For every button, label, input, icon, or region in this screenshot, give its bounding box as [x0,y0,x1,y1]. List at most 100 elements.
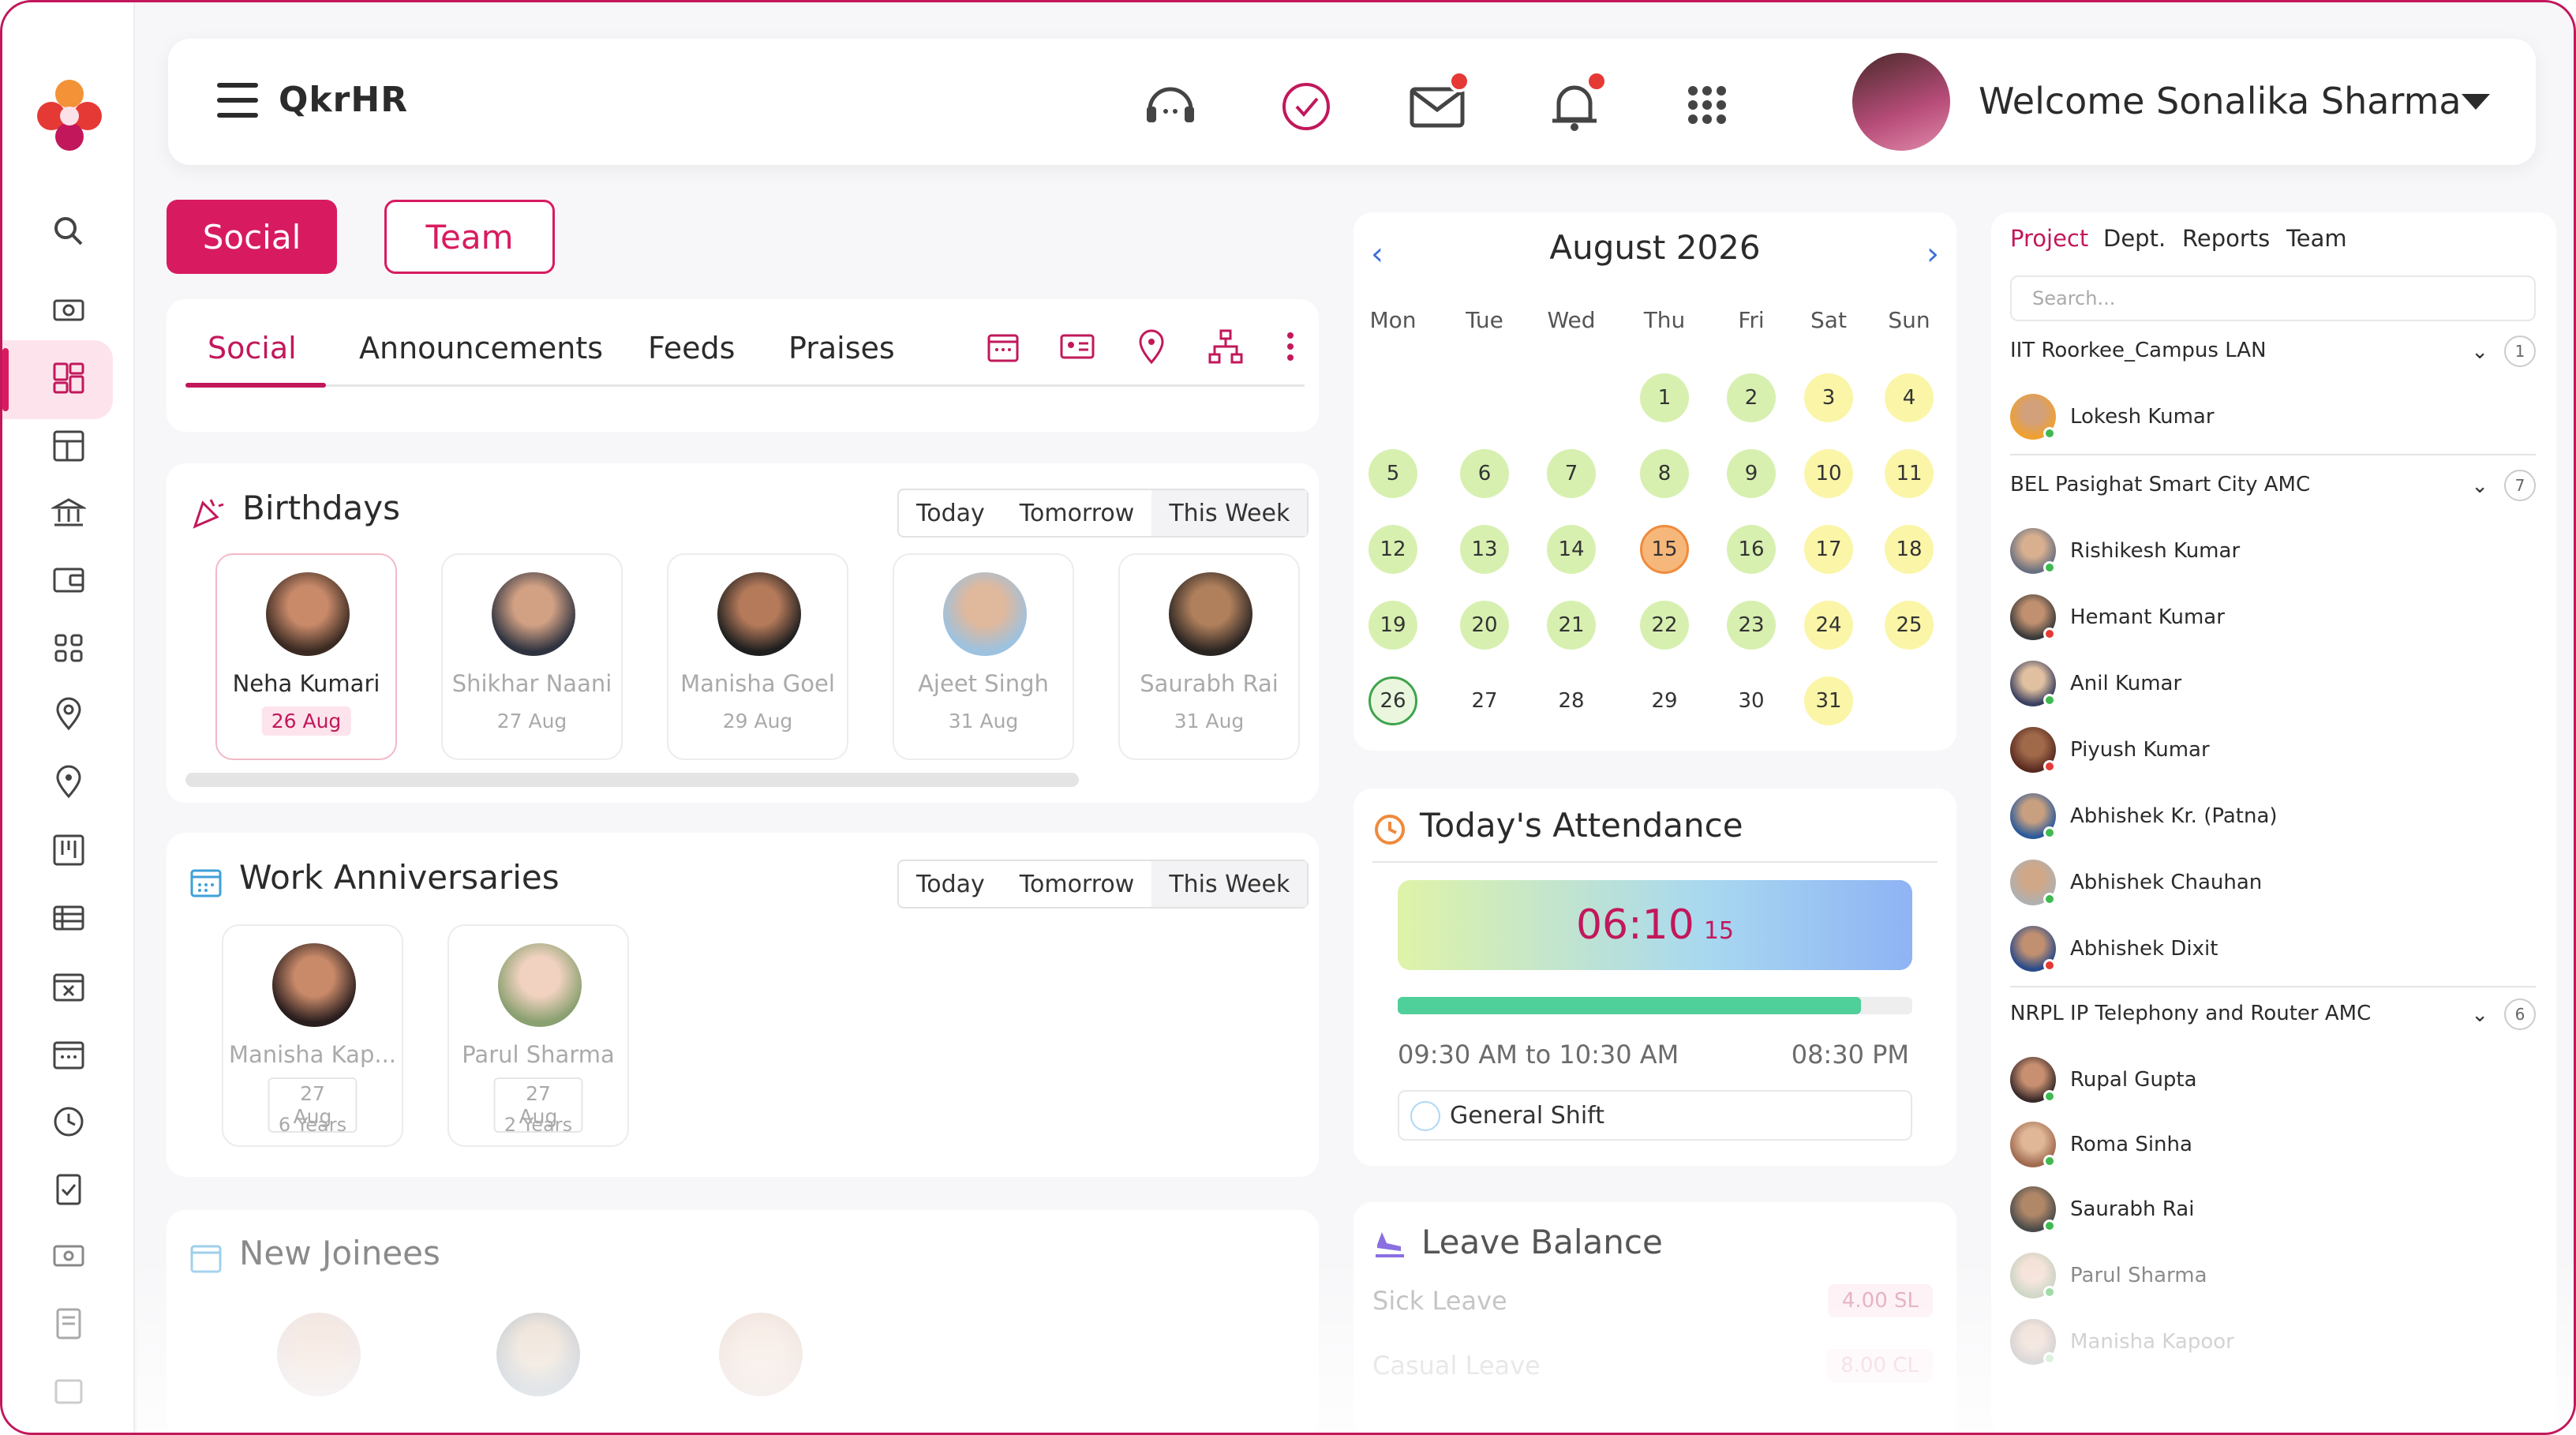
search-input[interactable]: Search... [2010,275,2536,321]
birthday-card[interactable]: Ajeet Singh 31 Aug [893,553,1074,760]
calendar-day[interactable]: 27 [1460,676,1509,725]
calendar-day[interactable]: 21 [1547,601,1596,650]
calendar-day[interactable]: 29 [1640,676,1689,725]
birthday-card[interactable]: Manisha Goel 29 Aug [667,553,848,760]
apps-icon[interactable] [48,628,89,669]
location-icon[interactable] [48,694,89,735]
wallet-icon[interactable] [48,560,89,601]
tab-project[interactable]: Project [2010,225,2088,252]
support-icon[interactable] [1140,75,1200,135]
filter-this-week[interactable]: This Week [1151,861,1308,907]
birthday-card[interactable]: Saurabh Rai 31 Aug [1118,553,1300,760]
tab-team[interactable]: Team [2286,225,2347,252]
calendar-icon[interactable] [984,328,1022,365]
project-group[interactable]: IIT Roorkee_Campus LAN ⌄ 1 [2010,335,2536,367]
team-button[interactable]: Team [384,200,555,274]
calendar-day[interactable]: 2 [1727,373,1776,422]
tab-announcements[interactable]: Announcements [359,331,603,365]
project-group[interactable]: NRPL IP Telephony and Router AMC ⌄ 6 [2010,999,2536,1030]
calendar-day[interactable]: 14 [1547,525,1596,574]
calendar-day[interactable]: 22 [1640,601,1689,650]
tab-praises[interactable]: Praises [788,331,895,365]
leave-title: Leave Balance [1421,1223,1663,1261]
layout-icon[interactable] [48,425,89,466]
clock-icon[interactable] [48,1101,89,1142]
calendar-day[interactable]: 26 [1368,676,1417,725]
member-name: Saurabh Rai [2070,1197,2195,1221]
calendar-day[interactable]: 23 [1727,601,1776,650]
chevron-down-icon[interactable]: ⌄ [2471,1003,2488,1027]
menu-icon[interactable] [217,83,258,118]
calendar-day[interactable]: 19 [1368,601,1417,650]
tab-feeds[interactable]: Feeds [648,331,735,365]
calendar-day[interactable]: 20 [1460,601,1509,650]
calendar-day[interactable]: 24 [1804,601,1853,650]
avatar [498,943,582,1027]
member-name: Abhishek Dixit [2070,937,2218,961]
calendar-x-icon[interactable] [48,965,89,1006]
dashboard-icon[interactable] [48,358,89,399]
task-check-icon[interactable] [1276,75,1336,135]
mail-icon[interactable] [1407,70,1470,135]
notes-icon[interactable] [48,1371,89,1412]
anniversary-card[interactable]: Manisha Kap... 27 Aug 6 Years [222,924,403,1147]
calendar-day[interactable]: 12 [1368,525,1417,574]
location-icon[interactable] [1133,328,1170,365]
app-grid-icon[interactable] [1677,75,1737,135]
calendar-day[interactable]: 30 [1727,676,1776,725]
calendar-day[interactable]: 10 [1804,449,1853,498]
calendar-day[interactable]: 5 [1368,449,1417,498]
birthday-card[interactable]: Neha Kumari 26 Aug [215,553,397,760]
calendar-day[interactable]: 9 [1727,449,1776,498]
cash-icon[interactable] [48,290,89,331]
tab-reports[interactable]: Reports [2182,225,2270,252]
calendar-day[interactable]: 11 [1885,449,1934,498]
filter-tomorrow[interactable]: Tomorrow [1002,861,1152,907]
chevron-down-icon[interactable]: ⌄ [2471,474,2488,498]
calendar-day[interactable]: 15 [1640,525,1689,574]
checklist-icon[interactable] [48,1169,89,1210]
shift-name: General Shift [1450,1101,1604,1130]
calendar-day[interactable]: 3 [1804,373,1853,422]
chevron-down-icon[interactable] [2462,94,2490,110]
document-icon[interactable] [48,1303,89,1344]
bell-icon[interactable] [1544,70,1608,135]
calendar-day[interactable]: 4 [1885,373,1934,422]
calendar-day[interactable]: 31 [1804,676,1853,725]
tab-social[interactable]: Social [208,331,297,365]
calendar-day[interactable]: 16 [1727,525,1776,574]
calendar-icon[interactable] [48,1033,89,1074]
more-vertical-icon[interactable] [1271,328,1309,365]
org-chart-icon[interactable] [1207,328,1245,365]
filter-today[interactable]: Today [899,861,1002,907]
calendar-day[interactable]: 25 [1885,601,1934,650]
calendar-day[interactable]: 1 [1640,373,1689,422]
project-group[interactable]: BEL Pasighat Smart City AMC ⌄ 7 [2010,470,2536,501]
filter-this-week[interactable]: This Week [1151,490,1308,536]
kanban-icon[interactable] [48,830,89,871]
calendar-day[interactable]: 8 [1640,449,1689,498]
filter-tomorrow[interactable]: Tomorrow [1002,490,1152,536]
tab-dept[interactable]: Dept. [2103,225,2166,252]
social-button[interactable]: Social [167,200,337,274]
search-icon[interactable] [48,211,89,252]
chevron-right-icon[interactable]: › [1926,236,1939,272]
calendar-day[interactable]: 6 [1460,449,1509,498]
horizontal-scrollbar[interactable] [185,773,1079,787]
calendar-day[interactable]: 13 [1460,525,1509,574]
payment-icon[interactable] [48,1235,89,1276]
birthday-card[interactable]: Shikhar Naani 27 Aug [441,553,623,760]
calendar-day[interactable]: 7 [1547,449,1596,498]
user-avatar[interactable] [1852,53,1950,151]
bank-icon[interactable] [48,492,89,533]
chevron-down-icon[interactable]: ⌄ [2471,340,2488,364]
calendar-day[interactable]: 28 [1547,676,1596,725]
person-name: Shikhar Naani [451,670,612,697]
table-icon[interactable] [48,897,89,939]
calendar-day[interactable]: 17 [1804,525,1853,574]
anniversary-card[interactable]: Parul Sharma 27 Aug 2 Years [447,924,629,1147]
filter-today[interactable]: Today [899,490,1002,536]
map-pin-icon[interactable] [48,762,89,803]
id-card-icon[interactable] [1058,328,1096,365]
calendar-day[interactable]: 18 [1885,525,1934,574]
